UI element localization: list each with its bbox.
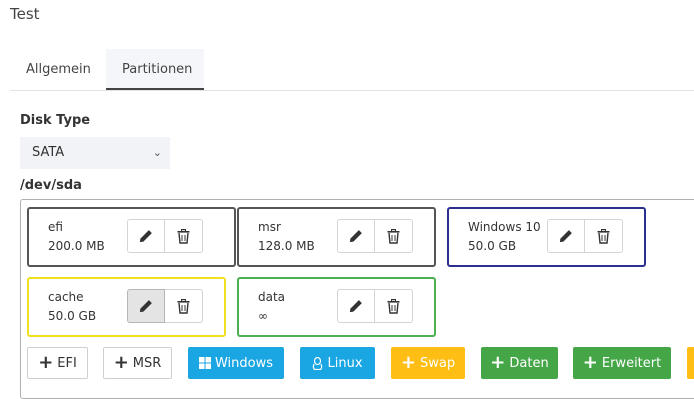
partition-name: Windows 10 bbox=[468, 220, 541, 234]
add-swap-button[interactable]: + Swap bbox=[391, 347, 465, 379]
add-linux-button[interactable]: Linux bbox=[300, 347, 375, 379]
pencil-icon bbox=[349, 230, 362, 243]
partition-size: 50.0 GB bbox=[468, 239, 517, 253]
trash-icon bbox=[177, 228, 190, 244]
add-windows-button[interactable]: Windows bbox=[188, 347, 284, 379]
disk-type-select[interactable]: SATA ⌄ bbox=[20, 137, 170, 169]
tab-allgemein[interactable]: Allgemein bbox=[10, 49, 104, 90]
partition-name: efi bbox=[48, 220, 63, 234]
disk-type-label: Disk Type bbox=[20, 113, 91, 128]
plus-icon: + bbox=[490, 352, 506, 373]
partition-data: data ∞ bbox=[237, 277, 436, 337]
trash-icon bbox=[387, 228, 400, 244]
edit-button[interactable] bbox=[547, 219, 585, 253]
pencil-icon bbox=[349, 300, 362, 313]
pencil-icon bbox=[139, 230, 152, 243]
edit-button[interactable] bbox=[337, 289, 375, 323]
plus-icon: + bbox=[113, 352, 129, 373]
plus-icon: + bbox=[582, 352, 598, 373]
partition-size: 128.0 MB bbox=[258, 239, 315, 253]
add-msr-button[interactable]: + MSR bbox=[103, 347, 172, 379]
trash-icon bbox=[177, 298, 190, 314]
partition-cache: cache 50.0 GB bbox=[27, 277, 226, 337]
tab-partitionen[interactable]: Partitionen bbox=[106, 49, 204, 90]
linux-icon bbox=[313, 356, 323, 370]
partition-name: data bbox=[258, 290, 286, 304]
delete-button[interactable] bbox=[165, 289, 203, 323]
add-daten-button[interactable]: + Daten bbox=[481, 347, 558, 379]
edit-button[interactable] bbox=[127, 219, 165, 253]
pencil-icon bbox=[139, 300, 152, 313]
partition-efi: efi 200.0 MB bbox=[27, 207, 236, 267]
plus-icon: + bbox=[38, 352, 54, 373]
partition-size: 200.0 MB bbox=[48, 239, 105, 253]
delete-button[interactable] bbox=[375, 289, 413, 323]
edit-button[interactable] bbox=[337, 219, 375, 253]
partition-windows-10: Windows 10 50.0 GB bbox=[447, 207, 646, 267]
chevron-down-icon: ⌄ bbox=[152, 146, 162, 159]
device-label: /dev/sda bbox=[20, 178, 82, 193]
delete-button[interactable] bbox=[375, 219, 413, 253]
add-erweitert-button[interactable]: + Erweitert bbox=[573, 347, 671, 379]
partition-name: msr bbox=[258, 220, 281, 234]
pencil-icon bbox=[559, 230, 572, 243]
partition-size: ∞ bbox=[258, 309, 268, 323]
edit-button[interactable] bbox=[127, 289, 165, 323]
add-efi-button[interactable]: + EFI bbox=[27, 347, 88, 379]
delete-button[interactable] bbox=[585, 219, 623, 253]
partition-msr: msr 128.0 MB bbox=[237, 207, 436, 267]
overflow-button[interactable] bbox=[687, 347, 694, 379]
dialog-title: Test bbox=[10, 5, 40, 23]
partition-name: cache bbox=[48, 290, 84, 304]
tab-bar: Allgemein Partitionen bbox=[10, 49, 694, 91]
plus-icon: + bbox=[400, 352, 416, 373]
trash-icon bbox=[387, 298, 400, 314]
delete-button[interactable] bbox=[165, 219, 203, 253]
windows-icon bbox=[198, 357, 211, 369]
partition-size: 50.0 GB bbox=[48, 309, 97, 323]
disk-type-value: SATA bbox=[32, 145, 65, 160]
trash-icon bbox=[597, 228, 610, 244]
